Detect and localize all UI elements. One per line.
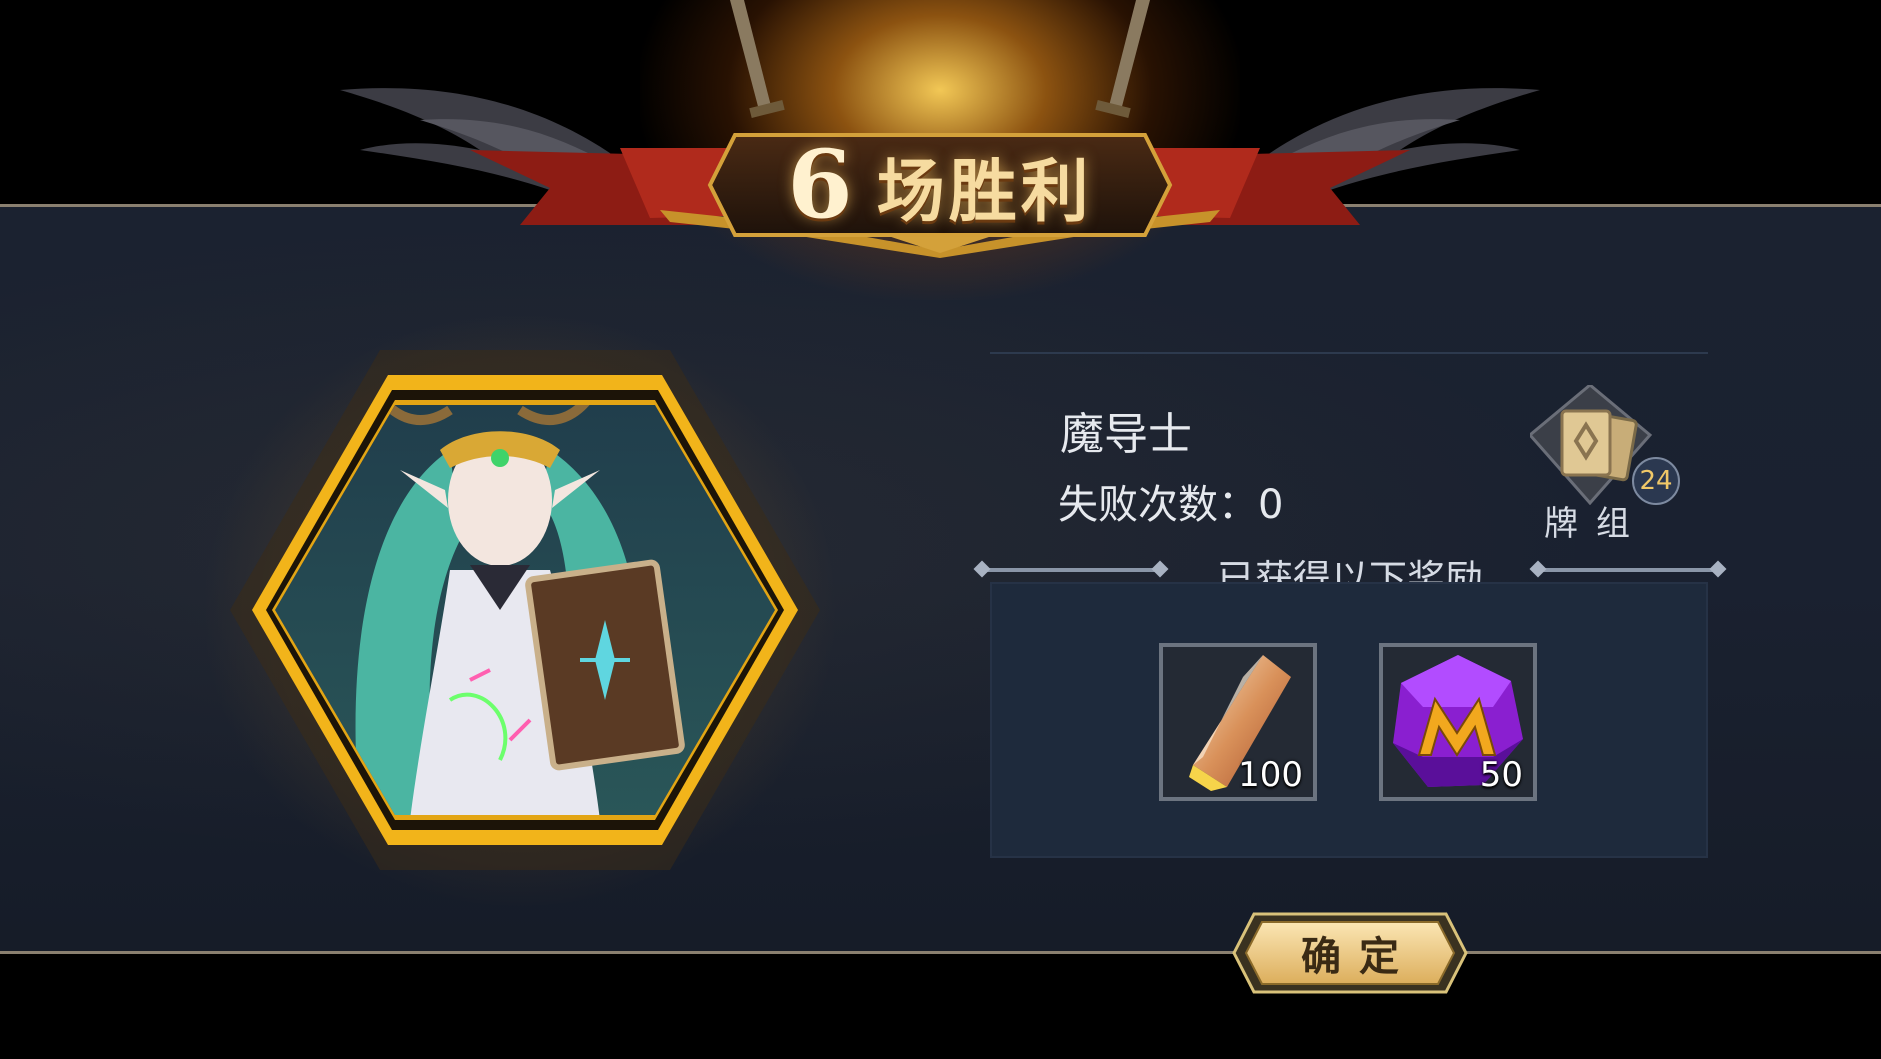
confirm-button[interactable]: 确定: [1232, 912, 1468, 994]
info-divider: [990, 352, 1708, 354]
hero-class-name: 魔导士: [1060, 409, 1192, 460]
win-count-number: 6: [787, 130, 853, 240]
defeat-count: 失败次数：0: [1058, 472, 1283, 530]
deck-label: 牌组: [1544, 504, 1648, 544]
mage-portrait-icon: [230, 350, 820, 870]
win-count-label: 场胜利: [876, 152, 1093, 232]
victory-screen: 6 场胜利 魔导士 失败次数：0 24 牌组 已获得以下奖励 100 50 确定: [0, 0, 1881, 1059]
defeat-count-value: 0: [1258, 482, 1284, 528]
defeat-count-label: 失败次数：: [1058, 482, 1258, 528]
reward-quantity: 100: [1238, 755, 1303, 795]
win-count-title: 6 场胜利: [705, 130, 1175, 240]
reward-quantity: 50: [1479, 755, 1523, 795]
rewards-box: [990, 582, 1708, 858]
confirm-button-label: 确定: [1301, 934, 1417, 980]
reward-item-crystal[interactable]: 100: [1159, 643, 1317, 801]
reward-item-gem[interactable]: 50: [1379, 643, 1537, 801]
